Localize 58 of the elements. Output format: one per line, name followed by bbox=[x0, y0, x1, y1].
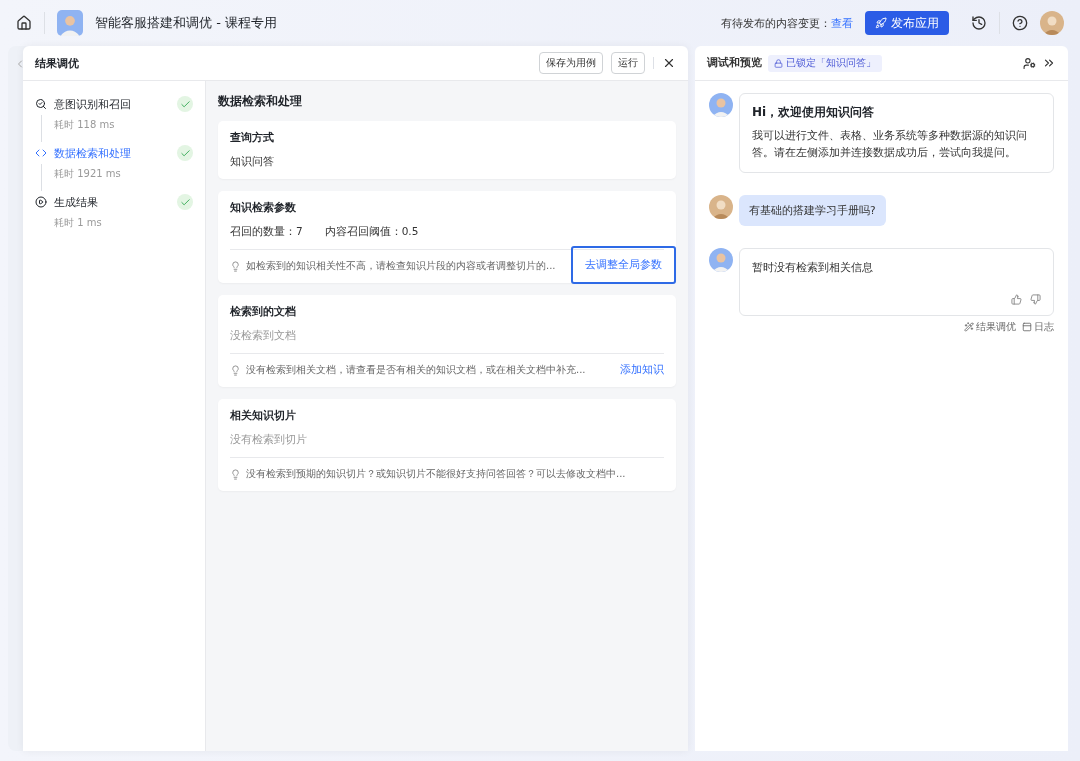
param-text: 内容召回阈值：0.5 bbox=[324, 225, 419, 239]
card-title: 相关知识切片 bbox=[230, 409, 297, 423]
card-value: 知识问答 bbox=[230, 155, 275, 169]
code-icon bbox=[35, 147, 47, 159]
action-link[interactable]: 添加知识 bbox=[620, 363, 664, 377]
message-text: 我可以进行文件、表格、业务系统等多种数据源的知识问答。请在左侧添加并连接数据成功后，尝试向我提问。 bbox=[752, 128, 1028, 161]
view-link[interactable]: 查看 bbox=[831, 15, 853, 31]
dialog-title: 结果调优 bbox=[35, 55, 80, 71]
app-avatar bbox=[57, 10, 83, 36]
play-icon bbox=[35, 196, 47, 208]
log-link[interactable]: 日志 bbox=[1022, 320, 1054, 335]
step-item[interactable]: 数据检索和处理 bbox=[35, 142, 193, 164]
history-icon[interactable] bbox=[971, 15, 987, 31]
card-title: 检索到的文档 bbox=[230, 305, 297, 319]
app-title: 智能客服搭建和调优 - 课程专用 bbox=[95, 14, 277, 32]
user-avatar bbox=[1040, 11, 1064, 35]
message-text: 暂时没有检索到相关信息 bbox=[752, 259, 874, 275]
tip-text: 如检索到的知识相关性不高，请检查知识片段的内容或者调整切片的... bbox=[246, 259, 557, 273]
user-avatar bbox=[709, 194, 733, 219]
thumbs-up-icon[interactable] bbox=[1011, 294, 1022, 306]
save-case-button[interactable]: 保存为用例 bbox=[539, 52, 603, 74]
pending-label: 有待发布的内容变更： bbox=[721, 15, 831, 31]
message-text: 有基础的搭建学习手册吗? bbox=[749, 202, 876, 218]
param-text: 召回的数量：7 bbox=[230, 225, 303, 239]
tune-result-link[interactable]: 结果调优 bbox=[964, 320, 1016, 335]
rocket-icon bbox=[875, 17, 887, 29]
tip-text: 没有检索到预期的知识切片？或知识切片不能很好支持问答回答？可以去修改文档中... bbox=[246, 467, 627, 481]
empty-text: 没检索到文档 bbox=[230, 329, 297, 343]
help-icon[interactable] bbox=[1012, 15, 1028, 31]
section-title: 数据检索和处理 bbox=[218, 93, 303, 110]
step-item[interactable]: 生成结果 bbox=[35, 191, 193, 213]
step-time: 耗时 1 ms bbox=[53, 216, 103, 230]
step-item[interactable]: 意图识别和召回 bbox=[35, 93, 193, 115]
user-settings-icon[interactable] bbox=[1023, 56, 1036, 70]
panel-icon bbox=[1022, 322, 1032, 333]
action-link[interactable]: 去调整全局参数 bbox=[571, 246, 676, 284]
publish-button[interactable]: 发布应用 bbox=[865, 11, 949, 35]
message-title: Hi，欢迎使用知识问答 bbox=[752, 104, 876, 121]
lightbulb-icon bbox=[230, 260, 241, 272]
tip-text: 没有检索到相关文档，请查看是否有相关的知识文档，或在相关文档中补充... bbox=[246, 363, 587, 377]
panel-title: 调试和预览 bbox=[707, 56, 762, 70]
lock-badge: 已锁定「知识问答」 bbox=[768, 54, 882, 72]
step-time: 耗时 118 ms bbox=[41, 115, 193, 142]
lightbulb-icon bbox=[230, 468, 241, 480]
search-check-icon bbox=[35, 98, 47, 110]
card-title: 知识检索参数 bbox=[230, 201, 297, 215]
step-time: 耗时 1921 ms bbox=[41, 164, 193, 191]
bot-avatar bbox=[709, 93, 733, 117]
thumbs-down-icon[interactable] bbox=[1030, 294, 1041, 306]
home-icon[interactable] bbox=[16, 15, 32, 31]
lightbulb-icon bbox=[230, 364, 241, 376]
wand-icon bbox=[964, 322, 974, 333]
card-title: 查询方式 bbox=[230, 131, 275, 145]
empty-text: 没有检索到切片 bbox=[230, 433, 308, 447]
run-button[interactable]: 运行 bbox=[611, 52, 645, 74]
bot-avatar bbox=[709, 247, 733, 272]
close-icon[interactable] bbox=[662, 56, 676, 70]
expand-icon[interactable] bbox=[1042, 56, 1056, 70]
